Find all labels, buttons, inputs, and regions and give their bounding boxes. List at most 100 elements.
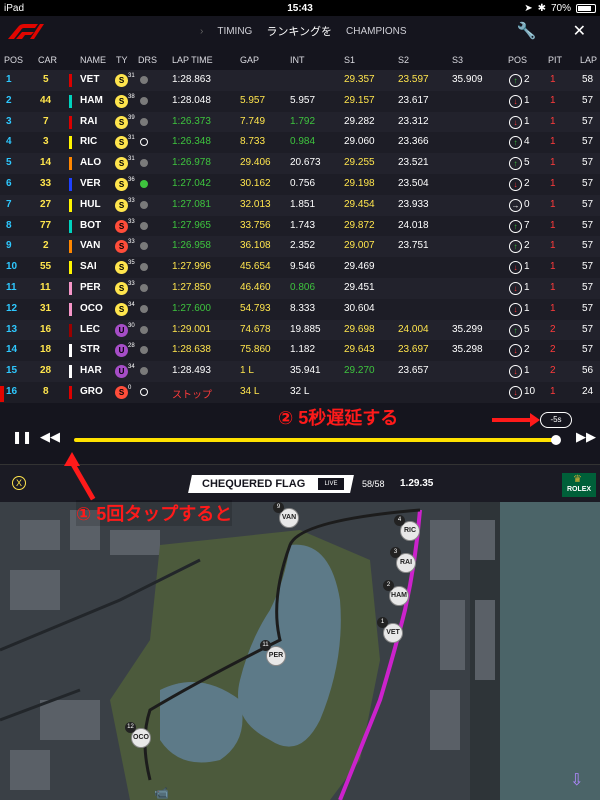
tyre-laps: 31	[128, 156, 135, 163]
col-s2[interactable]: S2	[398, 55, 409, 65]
col-s1[interactable]: S1	[344, 55, 355, 65]
row-lap-time: 1:26.978	[172, 157, 211, 169]
team-color-bar	[69, 261, 72, 275]
timeline-knob[interactable]	[551, 435, 561, 445]
row-laps: 57	[582, 198, 594, 210]
car-marker-number: 12	[125, 722, 136, 733]
table-row[interactable]: 13 16 LEC U 30 1:29.001 74.678 19.885 29.698 24.0…	[0, 319, 600, 341]
row-pit-stops: 1	[550, 240, 556, 252]
row-pit-stops: 1	[550, 198, 556, 210]
col-name[interactable]: NAME	[80, 55, 106, 65]
drs-indicator-icon	[140, 180, 148, 188]
col-lap-time[interactable]: LAP TIME	[172, 55, 213, 65]
row-car-number: 7	[43, 115, 49, 127]
row-driver-name: BOT	[80, 219, 102, 231]
col-lap[interactable]: LAP	[580, 55, 597, 65]
row-sector-2: 24.018	[398, 219, 429, 231]
row-position-change: 1	[524, 282, 530, 293]
team-color-bar	[69, 157, 72, 171]
row-driver-name: HAR	[80, 365, 102, 377]
car-marker-number: 3	[390, 547, 401, 558]
car-marker[interactable]: VAN 9	[273, 502, 299, 528]
annotation-arrow-right-icon	[492, 418, 534, 422]
row-sector-3: 35.909	[452, 74, 483, 85]
row-gap: 74.678	[240, 323, 271, 335]
table-row[interactable]: 7 27 HUL S 33 1:27.081 32.013 1.851 29.454 23.933…	[0, 194, 600, 216]
row-position: 2	[6, 94, 12, 106]
table-row[interactable]: 15 28 HAR U 34 1:28.493 1 L 35.941 29.270 23.657 ↓…	[0, 361, 600, 382]
close-circle-icon[interactable]: X	[12, 476, 26, 490]
col-tyre[interactable]: TY	[116, 55, 128, 65]
table-row[interactable]: 8 77 BOT S 33 1:27.965 33.756 1.743 29.872 24.018…	[0, 215, 600, 237]
car-marker[interactable]: HAM 2	[383, 580, 409, 606]
row-car-number: 11	[40, 282, 51, 293]
row-lap-time: 1:27.600	[172, 302, 211, 314]
row-gap: 34 L	[240, 386, 260, 397]
col-pit[interactable]: PIT	[548, 55, 562, 65]
tyre-laps: 33	[128, 239, 135, 246]
table-row[interactable]: 2 44 HAM S 38 1:28.048 5.957 5.957 29.157 23.617 ↓…	[0, 90, 600, 112]
row-laps: 57	[582, 240, 594, 252]
car-marker[interactable]: RAI 3	[390, 547, 416, 573]
car-marker[interactable]: RIC 4	[394, 515, 420, 541]
row-sector-2: 23.521	[398, 157, 429, 169]
team-color-bar	[69, 344, 72, 358]
table-row[interactable]: 16 8 GRO S 0 ストップ 34 L 32 L ↓ 10 1 24	[0, 382, 600, 403]
car-marker[interactable]: OCO 12	[125, 722, 151, 748]
team-color-bar	[69, 198, 72, 212]
rewind-icon[interactable]: ◀◀	[40, 429, 60, 445]
col-s3[interactable]: S3	[452, 55, 463, 65]
tab-prev-chevron-icon[interactable]: ›	[200, 26, 203, 37]
tab-ranking[interactable]: ランキングを	[266, 23, 332, 39]
table-row[interactable]: 14 18 STR U 28 1:28.638 75.860 1.182 29.643 23.69…	[0, 340, 600, 362]
row-interval: 1.792	[290, 115, 316, 127]
tyre-compound-icon: S	[115, 386, 128, 399]
row-position: 7	[6, 198, 12, 210]
table-row[interactable]: 4 3 RIC S 31 1:26.348 8.733 0.984 29.060 23.366 ↑ 4…	[0, 132, 600, 154]
table-row[interactable]: 11 11 PER S 33 1:27.850 46.460 0.806 29.451 ↓ 1 1 57	[0, 278, 600, 299]
row-driver-name: RAI	[80, 115, 98, 127]
row-pit-stops: 1	[550, 386, 556, 397]
row-position-change: 2	[524, 178, 530, 189]
wrench-icon[interactable]: 🔧	[517, 21, 537, 41]
car-marker[interactable]: PER 11	[260, 640, 286, 666]
table-row[interactable]: 1 5 VET S 31 1:28.863 29.357 23.597 35.909 ↑ 2 1 58	[0, 70, 600, 91]
row-sector-3: 35.299	[452, 323, 483, 335]
row-position: 10	[6, 261, 18, 273]
arrow-down-icon: ↓	[509, 115, 522, 129]
tab-championship[interactable]: CHAMPIONS	[346, 26, 407, 37]
table-row[interactable]: 12 31 OCO S 34 1:27.600 54.793 8.333 30.604 ↓ 1 1 57	[0, 298, 600, 320]
pause-icon[interactable]: ❚❚	[12, 430, 32, 444]
car-marker[interactable]: VET 1	[377, 617, 403, 643]
track-map[interactable]: ⇩ RIC 4 RAI 3 HAM 2 VET 1 PER 11 OCO 12 VAN 9 📹	[0, 502, 600, 800]
drs-indicator-icon	[140, 242, 148, 251]
status-bar: iPad 15:43 ➤ ✱ 70%	[0, 0, 600, 16]
row-pit-stops: 1	[550, 282, 556, 293]
table-row[interactable]: 9 2 VAN S 33 1:26.958 36.108 2.352 29.007 23.751 ↑…	[0, 236, 600, 258]
table-row[interactable]: 10 55 SAI S 35 1:27.996 45.654 9.546 29.469 ↓ 1 1 57	[0, 257, 600, 278]
table-row[interactable]: 5 14 ALO S 31 1:26.978 29.406 20.673 29.255 23.52…	[0, 153, 600, 174]
table-row[interactable]: 6 33 VER S 36 1:27.042 30.162 0.756 29.198 23.504…	[0, 174, 600, 195]
arrow-down-icon: ↓	[509, 386, 522, 399]
col-pos-change[interactable]: POS	[508, 55, 527, 65]
camera-icon[interactable]: 📹	[154, 786, 169, 800]
row-lap-time: 1:27.965	[172, 219, 211, 231]
row-car-number: 18	[40, 344, 52, 356]
tab-timing[interactable]: TIMING	[217, 26, 252, 37]
col-int[interactable]: INT	[290, 55, 305, 65]
col-pos[interactable]: POS	[4, 55, 23, 65]
timeline-track[interactable]	[74, 438, 556, 442]
col-gap[interactable]: GAP	[240, 55, 259, 65]
tyre-compound-icon: S	[115, 219, 128, 233]
row-pit-stops: 1	[550, 157, 556, 169]
row-position-change: 4	[524, 136, 530, 148]
fast-forward-icon[interactable]: ▶▶	[576, 429, 596, 445]
row-gap: 46.460	[240, 282, 271, 293]
delay-badge[interactable]: -5s	[540, 412, 572, 428]
drs-indicator-icon	[140, 284, 148, 292]
table-row[interactable]: 3 7 RAI S 39 1:26.373 7.749 1.792 29.282 23.312 ↓ 1…	[0, 111, 600, 133]
col-drs[interactable]: DRS	[138, 55, 157, 65]
arrow-up-icon: ↑	[509, 136, 522, 150]
col-car[interactable]: CAR	[38, 55, 57, 65]
close-icon[interactable]: ✕	[573, 21, 586, 41]
